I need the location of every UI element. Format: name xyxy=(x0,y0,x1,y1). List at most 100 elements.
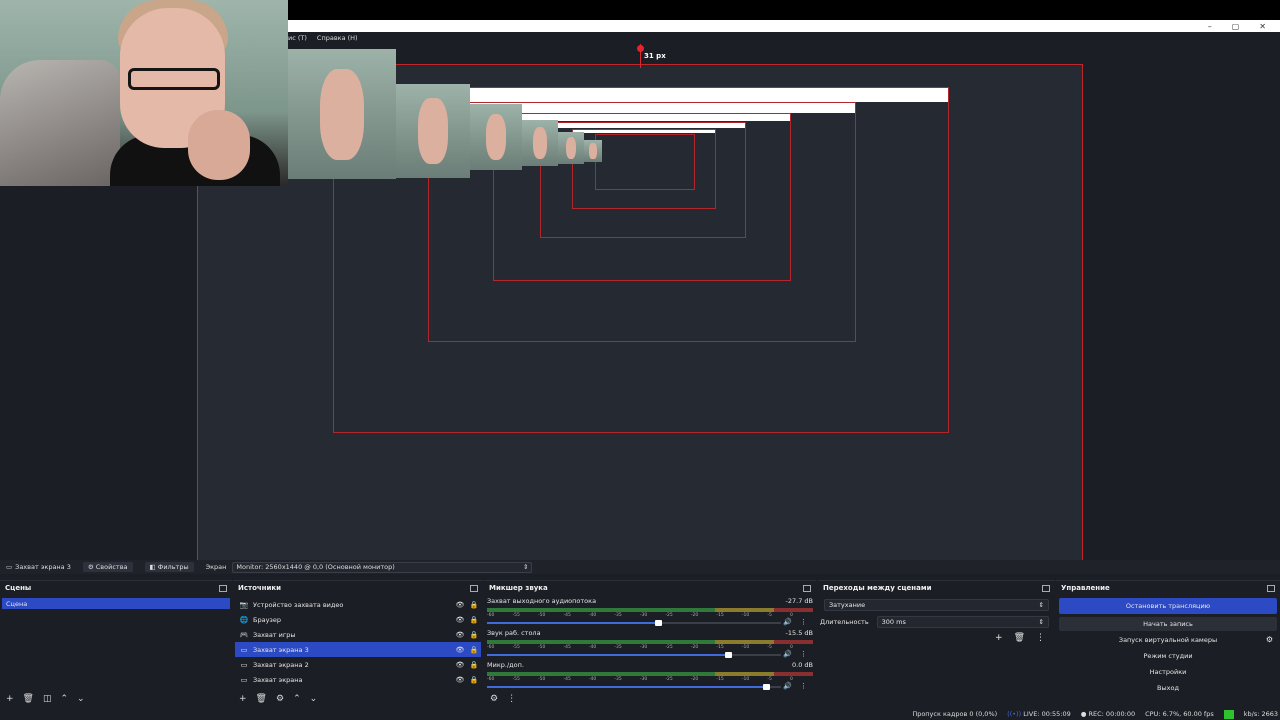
nested-titlebar xyxy=(541,123,745,128)
undock-icon[interactable] xyxy=(219,584,227,592)
guide-handle[interactable] xyxy=(637,45,644,52)
source-row[interactable]: 🎮 Захват игры 👁 🔒 xyxy=(235,627,481,642)
exit-button[interactable]: Выход xyxy=(1059,680,1277,695)
add-icon[interactable]: + xyxy=(239,694,247,704)
eye-icon[interactable]: 👁 xyxy=(453,676,467,684)
settings-button[interactable]: Настройки xyxy=(1059,664,1277,679)
monitor-icon: ▭ xyxy=(240,675,248,684)
nested-titlebar xyxy=(573,130,715,134)
eye-icon[interactable]: 👁 xyxy=(453,631,467,639)
fader-knob[interactable] xyxy=(725,652,732,658)
volume-fader[interactable]: 🔊 ⋮ xyxy=(487,650,813,659)
eye-icon[interactable]: 👁 xyxy=(453,646,467,654)
gear-icon[interactable]: ⚙ xyxy=(276,694,284,704)
trash-icon[interactable]: 🗑 xyxy=(256,694,267,704)
chevron-down-icon[interactable]: ⌄ xyxy=(77,694,85,704)
lock-icon[interactable]: 🔒 xyxy=(467,646,481,654)
menu-help[interactable]: Справка (H) xyxy=(317,34,358,42)
source-row-selected[interactable]: ▭ Захват экрана 3 👁 🔒 xyxy=(235,642,481,657)
chevron-down-icon[interactable]: ⌄ xyxy=(310,694,318,704)
status-bar: Пропуск кадров 0 (0,0%) ((•)) LIVE: 00:5… xyxy=(0,708,1280,720)
virtual-camera-button[interactable]: Запуск виртуальной камеры ⚙ xyxy=(1059,632,1277,647)
sources-dock: Источники 📷 Устройство захвата видео 👁 🔒… xyxy=(233,580,483,708)
volume-fader[interactable]: 🔊 ⋮ xyxy=(487,682,813,691)
transition-tools: + 🗑 ⋮ xyxy=(995,633,1045,643)
volume-fader[interactable]: 🔊 ⋮ xyxy=(487,618,813,627)
eye-icon[interactable]: 👁 xyxy=(453,616,467,624)
transitions-title: Переходы между сценами xyxy=(823,584,932,592)
speaker-icon[interactable]: 🔊 xyxy=(783,618,792,626)
undock-icon[interactable] xyxy=(470,584,478,592)
mirror-thumb xyxy=(288,49,396,179)
studio-mode-button[interactable]: Режим студии xyxy=(1059,648,1277,663)
sources-toolbar: + 🗑 ⚙ ⌃ ⌄ xyxy=(239,694,317,704)
channel-db: -27.7 dB xyxy=(785,597,813,605)
eye-icon[interactable]: 👁 xyxy=(453,661,467,669)
trash-icon[interactable]: 🗑 xyxy=(1014,633,1025,643)
mirror-thumb xyxy=(396,84,470,178)
fader-knob[interactable] xyxy=(763,684,770,690)
gamepad-icon: 🎮 xyxy=(239,630,249,639)
lock-icon[interactable]: 🔒 xyxy=(467,631,481,639)
webcam-feed xyxy=(0,0,288,186)
stop-stream-button[interactable]: Остановить трансляцию xyxy=(1059,598,1277,614)
properties-button[interactable]: ⚙ Свойства xyxy=(82,562,133,572)
eye-icon[interactable]: 👁 xyxy=(453,601,467,609)
duration-spinbox[interactable]: 300 ms ⇕ xyxy=(876,616,1049,628)
gear-icon[interactable]: ⚙ xyxy=(1266,635,1273,644)
add-icon[interactable]: + xyxy=(995,633,1003,643)
mixer-channel: Звук раб. стола -15.5 dB -60 -55 -50 -45 -40 -3… xyxy=(484,627,816,659)
gear-icon[interactable]: ⚙ xyxy=(490,694,498,704)
close-icon[interactable]: ✕ xyxy=(1259,22,1266,31)
monitor-select[interactable]: Monitor: 2560x1440 @ 0,0 (Основной монит… xyxy=(232,561,533,573)
mirror-thumb xyxy=(584,140,602,162)
window-controls: – ▢ ✕ xyxy=(1208,20,1266,32)
menu-tools[interactable]: ис (T) xyxy=(288,34,307,42)
start-record-button[interactable]: Начать запись xyxy=(1059,617,1277,631)
source-row[interactable]: 📷 Устройство захвата видео 👁 🔒 xyxy=(235,597,481,612)
chevron-up-icon[interactable]: ⌃ xyxy=(293,694,301,704)
kebab-menu-icon[interactable]: ⋮ xyxy=(800,618,807,626)
undock-icon[interactable] xyxy=(803,584,811,592)
globe-icon: 🌐 xyxy=(239,615,249,624)
scenes-dock: Сцены Сцена + 🗑 ◫ ⌃ ⌄ xyxy=(0,580,232,708)
source-row[interactable]: 🌐 Браузер 👁 🔒 xyxy=(235,612,481,627)
chevron-up-icon[interactable]: ⌃ xyxy=(61,694,69,704)
duration-label: Длительность xyxy=(820,618,869,626)
filter-icon[interactable]: ◫ xyxy=(43,694,52,704)
mixer-channel: Микр./доп. 0.0 dB -60 -55 -50 -45 -40 -35 -30 -25… xyxy=(484,659,816,691)
spin-arrows-icon[interactable]: ⇕ xyxy=(1039,618,1044,626)
lock-icon[interactable]: 🔒 xyxy=(467,601,481,609)
mixer-toolbar: ⚙ ⋮ xyxy=(490,694,516,704)
source-row[interactable]: ▭ Захват экрана 2 👁 🔒 xyxy=(235,657,481,672)
undock-icon[interactable] xyxy=(1042,584,1050,592)
channel-name: Захват выходного аудиопотока xyxy=(487,597,597,605)
add-icon[interactable]: + xyxy=(6,694,14,704)
live-icon: ((•)) xyxy=(1007,710,1022,718)
source-row[interactable]: ▭ Захват экрана 👁 🔒 xyxy=(235,672,481,687)
lock-icon[interactable]: 🔒 xyxy=(467,676,481,684)
speaker-icon[interactable]: 🔊 xyxy=(783,682,792,690)
scenes-toolbar: + 🗑 ◫ ⌃ ⌄ xyxy=(6,694,85,704)
kebab-menu-icon[interactable]: ⋮ xyxy=(1036,633,1045,643)
kebab-menu-icon[interactable]: ⋮ xyxy=(800,682,807,690)
trash-icon[interactable]: 🗑 xyxy=(23,694,34,704)
monitor-icon: ▭ xyxy=(240,660,248,669)
lock-icon[interactable]: 🔒 xyxy=(467,661,481,669)
sources-list: 📷 Устройство захвата видео 👁 🔒 🌐 Браузер… xyxy=(233,595,483,687)
scene-item[interactable]: Сцена xyxy=(2,598,230,609)
lock-icon[interactable]: 🔒 xyxy=(467,616,481,624)
mixer-title: Микшер звука xyxy=(489,584,548,592)
audio-mixer-dock: Микшер звука Захват выходного аудиопоток… xyxy=(484,580,816,708)
maximize-icon[interactable]: ▢ xyxy=(1232,22,1240,31)
speaker-icon[interactable]: 🔊 xyxy=(783,650,792,658)
kebab-menu-icon[interactable]: ⋮ xyxy=(800,650,807,658)
kebab-menu-icon[interactable]: ⋮ xyxy=(507,694,516,704)
undock-icon[interactable] xyxy=(1267,584,1275,592)
filters-button[interactable]: ◧ Фильтры xyxy=(144,562,194,572)
monitor-icon: ▭ xyxy=(6,563,13,571)
live-timer: ((•)) LIVE: 00:55:09 xyxy=(1007,710,1071,718)
minimize-icon[interactable]: – xyxy=(1208,22,1212,31)
transition-select[interactable]: Затухание ⇕ xyxy=(824,599,1049,611)
fader-knob[interactable] xyxy=(655,620,662,626)
